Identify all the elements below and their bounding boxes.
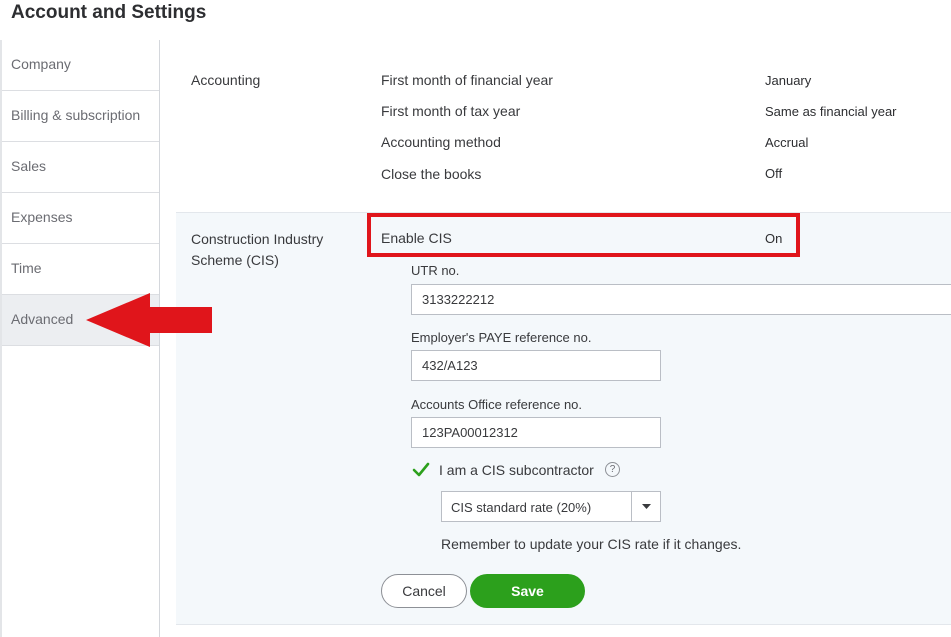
subcontractor-checkbox-label[interactable]: I am a CIS subcontractor — [439, 462, 594, 478]
close-books-label[interactable]: Close the books — [381, 166, 481, 182]
sidebar-item-sales[interactable]: Sales — [2, 142, 159, 193]
sidebar-item-billing[interactable]: Billing & subscription — [2, 91, 159, 142]
paye-input[interactable] — [411, 350, 661, 381]
financial-year-value[interactable]: January — [765, 73, 811, 88]
cis-section-label: Construction Industry Scheme (CIS) — [191, 231, 324, 268]
red-arrow-annotation-icon — [86, 293, 212, 347]
cis-rate-note: Remember to update your CIS rate if it c… — [441, 536, 742, 552]
enable-cis-highlight-box — [367, 213, 800, 257]
cancel-button[interactable]: Cancel — [381, 574, 467, 608]
tax-year-label[interactable]: First month of tax year — [381, 103, 520, 119]
accounting-section-label: Accounting — [191, 72, 261, 88]
save-button[interactable]: Save — [470, 574, 585, 608]
sidebar-item-expenses[interactable]: Expenses — [2, 193, 159, 244]
sidebar-item-company[interactable]: Company — [2, 40, 159, 91]
accounts-office-label: Accounts Office reference no. — [411, 397, 583, 412]
financial-year-label[interactable]: First month of financial year — [381, 72, 553, 88]
utr-label: UTR no. — [411, 263, 460, 278]
page-title: Account and Settings — [11, 2, 207, 23]
check-icon[interactable] — [412, 461, 430, 479]
paye-label: Employer's PAYE reference no. — [411, 330, 592, 345]
chevron-down-icon[interactable] — [631, 492, 660, 521]
accounting-method-label[interactable]: Accounting method — [381, 134, 501, 150]
cis-rate-selected: CIS standard rate (20%) — [451, 500, 592, 515]
close-books-value[interactable]: Off — [765, 166, 782, 181]
help-icon[interactable]: ? — [605, 462, 620, 477]
accounting-method-value[interactable]: Accrual — [765, 135, 808, 150]
utr-input[interactable] — [411, 284, 951, 315]
tax-year-value[interactable]: Same as financial year — [765, 104, 897, 119]
accounts-office-input[interactable] — [411, 417, 661, 448]
cis-rate-select[interactable]: CIS standard rate (20%) — [441, 491, 661, 522]
sidebar-item-time[interactable]: Time — [2, 244, 159, 295]
